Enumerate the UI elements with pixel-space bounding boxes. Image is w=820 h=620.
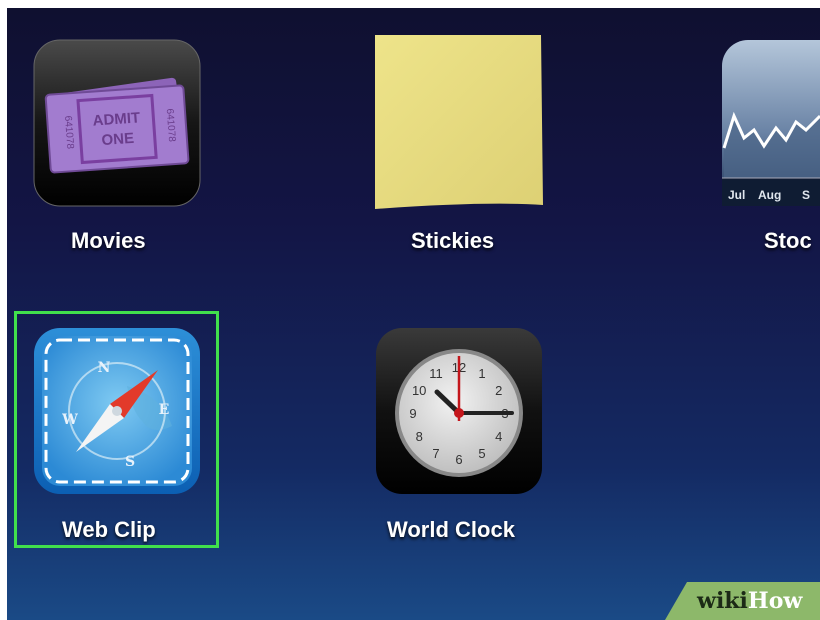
clock-icon: 121234567891011 — [376, 328, 542, 494]
movies-label: Movies — [71, 228, 146, 253]
watermark-wiki: wiki — [697, 588, 748, 614]
ticket-line-1: ADMIT — [92, 109, 141, 129]
clock-numeral: 2 — [495, 383, 502, 398]
world-clock-label: World Clock — [387, 517, 515, 542]
world-clock-app-icon[interactable]: 121234567891011 — [374, 326, 544, 496]
clock-numeral: 5 — [478, 446, 485, 461]
home-screen: ADMIT ONE 641078 641078 Movies Stickies — [7, 8, 820, 620]
stock-chart-icon: Jul Aug S — [722, 40, 820, 206]
clock-numeral: 8 — [416, 429, 423, 444]
ticket-serial-right: 641078 — [164, 108, 177, 142]
stock-tick-sep: S — [802, 188, 810, 202]
stickies-label: Stickies — [411, 228, 495, 253]
watermark-how: How — [747, 588, 803, 614]
clock-numeral: 10 — [412, 383, 426, 398]
clock-numeral: 9 — [409, 406, 416, 421]
stickies-app-icon[interactable] — [367, 33, 547, 213]
stocks-app-icon[interactable]: Jul Aug S — [720, 38, 820, 208]
selection-highlight — [14, 311, 219, 548]
clock-numeral: 7 — [432, 446, 439, 461]
sticky-note-icon — [375, 35, 543, 209]
ticket-icon: ADMIT ONE 641078 641078 — [33, 39, 201, 207]
stock-tick-aug: Aug — [758, 188, 781, 202]
clock-numeral: 11 — [429, 366, 443, 381]
stock-tick-jul: Jul — [728, 188, 745, 202]
movies-app-icon[interactable]: ADMIT ONE 641078 641078 — [32, 38, 202, 208]
clock-numeral: 4 — [495, 429, 502, 444]
stocks-label: Stoc — [764, 228, 812, 253]
clock-numeral: 1 — [478, 366, 485, 381]
ticket-serial-left: 641078 — [62, 115, 75, 149]
clock-numeral: 6 — [455, 452, 462, 467]
ticket-line-2: ONE — [101, 130, 135, 149]
wikihow-watermark: wikiHow — [665, 582, 820, 620]
